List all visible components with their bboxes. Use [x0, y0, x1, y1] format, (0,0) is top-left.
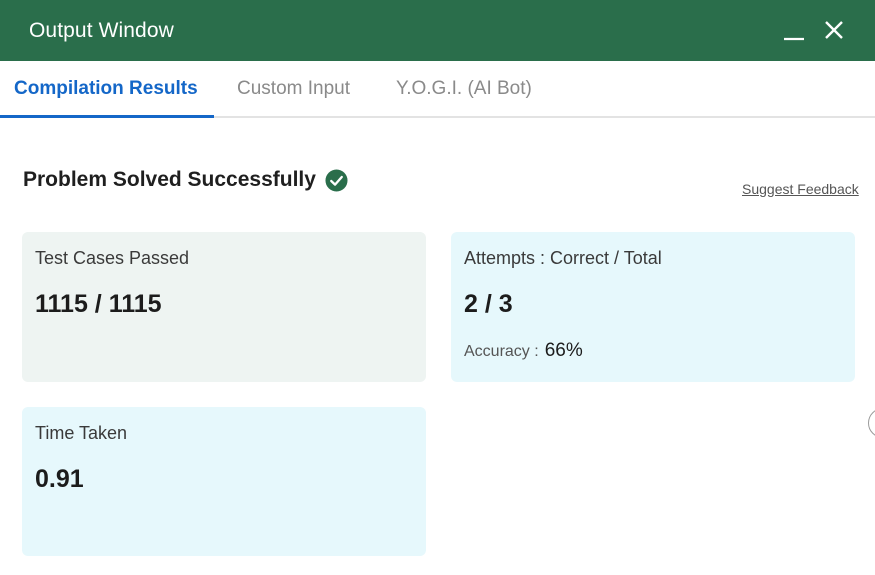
time-taken-value: 0.91	[35, 465, 84, 493]
active-tab-indicator	[0, 115, 214, 118]
tab-compilation-results[interactable]: Compilation Results	[14, 61, 198, 118]
close-button[interactable]	[818, 14, 850, 46]
result-heading-text: Problem Solved Successfully	[23, 168, 316, 191]
minimize-button[interactable]	[778, 14, 810, 46]
accuracy-row: Accuracy : 66%	[464, 340, 583, 362]
test-cases-card: Test Cases Passed 1115 / 1115	[22, 232, 426, 382]
minimize-icon	[784, 37, 804, 41]
side-toggle-button[interactable]	[868, 408, 875, 438]
attempts-value: 2 / 3	[464, 290, 513, 318]
test-cases-label: Test Cases Passed	[35, 248, 190, 268]
time-taken-label: Time Taken	[35, 423, 128, 443]
time-taken-card: Time Taken 0.91	[22, 407, 426, 556]
check-circle-icon	[325, 168, 348, 192]
window-title-bar: Output Window	[0, 0, 875, 61]
tab-bar: Compilation Results Custom Input Y.O.G.I…	[0, 61, 875, 118]
window-title: Output Window	[29, 18, 174, 42]
tab-custom-input[interactable]: Custom Input	[237, 61, 350, 118]
test-cases-value: 1115 / 1115	[35, 290, 162, 318]
attempts-label: Attempts : Correct / Total	[464, 248, 662, 268]
close-icon	[825, 21, 843, 39]
tab-yogi-ai-bot[interactable]: Y.O.G.I. (AI Bot)	[396, 61, 532, 118]
accuracy-label: Accuracy :	[464, 343, 539, 360]
result-heading: Problem Solved Successfully	[23, 168, 348, 192]
attempts-card: Attempts : Correct / Total 2 / 3 Accurac…	[451, 232, 855, 382]
suggest-feedback-link[interactable]: Suggest Feedback	[742, 181, 859, 197]
accuracy-value: 66%	[544, 340, 583, 361]
